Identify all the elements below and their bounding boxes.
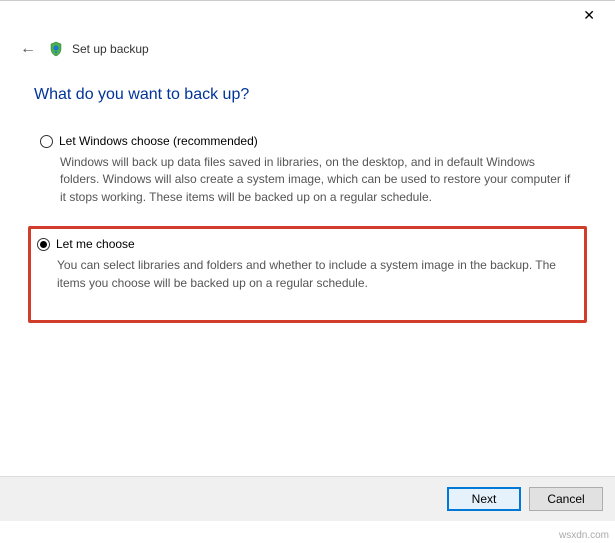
footer: Next Cancel — [0, 476, 615, 521]
radio-label: Let Windows choose (recommended) — [59, 134, 258, 148]
radio-label: Let me choose — [56, 237, 135, 251]
cancel-button[interactable]: Cancel — [529, 487, 603, 511]
titlebar: ✕ — [0, 0, 615, 28]
back-arrow-icon[interactable]: ← — [16, 38, 40, 60]
content-area: What do you want to back up? Let Windows… — [0, 64, 615, 349]
radio-row[interactable]: Let Windows choose (recommended) — [40, 134, 575, 148]
option-windows-choose[interactable]: Let Windows choose (recommended) Windows… — [34, 130, 581, 210]
option-let-me-choose[interactable]: Let me choose You can select libraries a… — [28, 226, 587, 323]
next-button[interactable]: Next — [447, 487, 521, 511]
window-title: Set up backup — [72, 42, 149, 56]
close-icon[interactable]: ✕ — [575, 4, 603, 26]
header: ← Set up backup — [0, 28, 615, 64]
option-description: You can select libraries and folders and… — [57, 257, 577, 292]
option-description: Windows will back up data files saved in… — [60, 154, 575, 206]
watermark: wsxdn.com — [559, 530, 609, 541]
radio-row[interactable]: Let me choose — [37, 237, 578, 251]
radio-icon[interactable] — [40, 135, 53, 148]
shield-icon — [48, 41, 64, 57]
page-heading: What do you want to back up? — [34, 86, 581, 104]
radio-icon-selected[interactable] — [37, 238, 50, 251]
